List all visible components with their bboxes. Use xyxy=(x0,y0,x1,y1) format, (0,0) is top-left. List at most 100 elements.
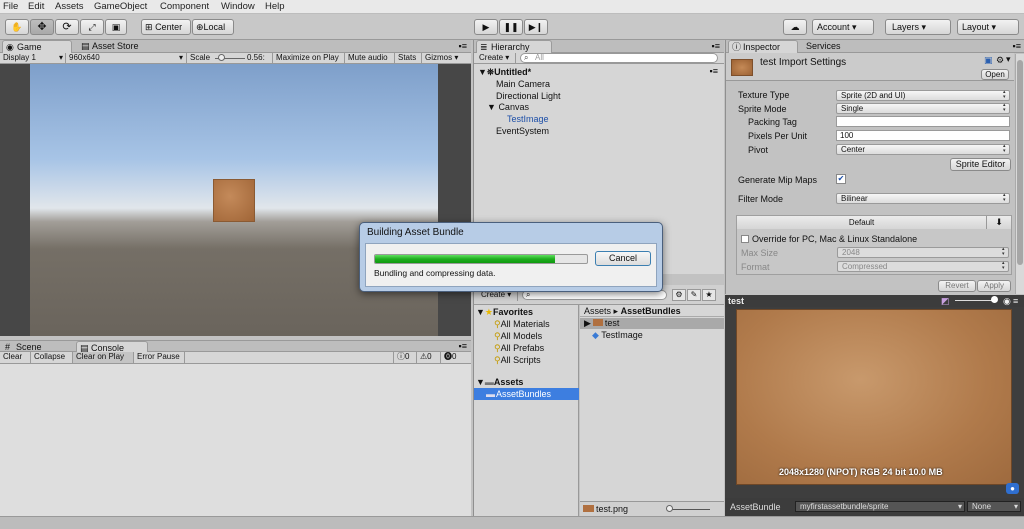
favorite-button[interactable]: ★ xyxy=(702,289,716,301)
tab-hierarchy[interactable]: ≣ Hierarchy xyxy=(476,40,552,53)
context-menu-icon[interactable]: ▾ xyxy=(1006,54,1011,65)
console-log-area[interactable] xyxy=(0,364,471,516)
format-dropdown[interactable]: Compressed xyxy=(837,261,1009,272)
revert-button[interactable]: Revert xyxy=(938,280,976,292)
pivot-center-button[interactable]: ⊞ Center xyxy=(141,19,191,35)
panel-menu-icon[interactable]: ▪≡ xyxy=(459,341,467,351)
assetbundles-folder[interactable]: ▬ AssetBundles xyxy=(474,388,579,400)
layout-dropdown[interactable]: Layout ▾ xyxy=(957,19,1019,35)
platform-tab-default[interactable]: Default xyxy=(737,216,987,229)
file-item-testimage[interactable]: ◆ TestImage xyxy=(592,330,643,341)
rect-tool-button[interactable]: ▣ xyxy=(105,19,127,35)
hierarchy-search-input[interactable]: ⌕ All xyxy=(520,53,718,63)
stats-toggle[interactable]: Stats xyxy=(395,53,422,64)
favorites-item[interactable]: ⚲All Prefabs xyxy=(494,343,544,354)
sprite-editor-button[interactable]: Sprite Editor xyxy=(950,158,1011,171)
platform-tab-standalone[interactable]: ⬇ xyxy=(987,216,1011,229)
apply-button[interactable]: Apply xyxy=(977,280,1011,292)
mip-slider-thumb[interactable] xyxy=(991,296,998,303)
hierarchy-item[interactable]: ▼ Canvas xyxy=(487,102,529,112)
error-count-toggle[interactable]: ⓿0 xyxy=(441,352,471,363)
filter-mode-dropdown[interactable]: Bilinear xyxy=(836,193,1010,204)
open-button[interactable]: Open xyxy=(981,69,1009,80)
hierarchy-item[interactable]: EventSystem xyxy=(496,126,549,136)
max-size-dropdown[interactable]: 2048 xyxy=(837,247,1009,258)
log-count-toggle[interactable]: ⓘ0 xyxy=(393,352,417,363)
clear-on-play-toggle[interactable]: Clear on Play xyxy=(73,352,134,363)
tab-game[interactable]: ◉ Game xyxy=(2,40,72,53)
menu-window[interactable]: Window xyxy=(221,1,255,12)
menu-component[interactable]: Component xyxy=(160,1,209,12)
gizmos-dropdown[interactable]: Gizmos ▾ xyxy=(422,53,471,64)
override-checkbox[interactable] xyxy=(741,235,749,243)
menu-gameobject[interactable]: GameObject xyxy=(94,1,147,12)
display-dropdown[interactable]: Display 1 ▾ xyxy=(0,53,66,64)
pixels-per-unit-input[interactable]: 100 xyxy=(836,130,1010,141)
label-tag-icon[interactable]: ● xyxy=(1006,483,1019,494)
clear-button[interactable]: Clear xyxy=(0,352,31,363)
mip-slider-track[interactable] xyxy=(955,300,995,301)
step-button[interactable]: ▶❙ xyxy=(524,19,548,35)
file-item-test[interactable]: ▶ test xyxy=(580,318,724,329)
favorites-header[interactable]: ▼★Favorites xyxy=(476,307,533,318)
icon-size-slider-thumb[interactable] xyxy=(666,505,673,512)
assetbundle-name-dropdown[interactable]: myfirstassetbundle/sprite ▾ xyxy=(795,501,965,512)
hand-tool-button[interactable]: ✋ xyxy=(5,19,29,35)
filter-label-button[interactable]: ✎ xyxy=(687,289,701,301)
menu-help[interactable]: Help xyxy=(265,1,285,12)
cloud-button[interactable]: ☁ xyxy=(783,19,807,35)
pivot-local-button[interactable]: ⊕Local xyxy=(192,19,234,35)
maximize-on-play-toggle[interactable]: Maximize on Play xyxy=(273,53,345,64)
favorites-item[interactable]: ⚲All Models xyxy=(494,331,542,342)
help-book-icon[interactable]: ▣ xyxy=(984,55,993,66)
color-channel-icon[interactable]: ◩ xyxy=(941,295,950,307)
resolution-dropdown[interactable]: 960x640 ▾ xyxy=(66,53,187,64)
play-button[interactable]: ▶ xyxy=(474,19,498,35)
cancel-button[interactable]: Cancel xyxy=(595,251,651,266)
layers-dropdown[interactable]: Layers ▾ xyxy=(885,19,951,35)
assets-folder[interactable]: ▼▬Assets xyxy=(476,377,523,387)
rotate-tool-button[interactable]: ⟳ xyxy=(55,19,79,35)
preview-area[interactable]: 2048x1280 (NPOT) RGB 24 bit 10.0 MB ● xyxy=(725,307,1024,498)
panel-menu-icon[interactable]: ▪≡ xyxy=(1013,41,1021,51)
pause-button[interactable]: ❚❚ xyxy=(499,19,523,35)
panel-menu-icon[interactable]: ▪≡ xyxy=(459,41,467,51)
tab-inspector[interactable]: ⓘ Inspector xyxy=(728,40,798,53)
warning-count-toggle[interactable]: ⚠0 xyxy=(417,352,441,363)
hierarchy-item[interactable]: TestImage xyxy=(507,114,549,124)
favorites-item[interactable]: ⚲All Scripts xyxy=(494,355,541,366)
hierarchy-item[interactable]: Main Camera xyxy=(496,79,550,89)
move-tool-button[interactable]: ✥ xyxy=(30,19,54,35)
breadcrumb-current[interactable]: AssetBundles xyxy=(621,306,681,316)
scene-menu-icon[interactable]: ▪≡ xyxy=(710,66,718,76)
account-dropdown[interactable]: Account ▾ xyxy=(812,19,874,35)
favorites-item[interactable]: ⚲All Materials xyxy=(494,319,550,330)
packing-tag-input[interactable] xyxy=(836,116,1010,127)
generate-mip-maps-checkbox[interactable]: ✔ xyxy=(836,174,846,184)
mute-audio-toggle[interactable]: Mute audio xyxy=(345,53,395,64)
sprite-mode-dropdown[interactable]: Single xyxy=(836,103,1010,114)
scale-slider-thumb[interactable] xyxy=(218,54,225,61)
tab-services[interactable]: Services xyxy=(798,40,858,53)
inspector-scrollbar-thumb[interactable] xyxy=(1017,60,1023,265)
gear-icon[interactable]: ⚙ xyxy=(996,55,1004,66)
preview-menu-icon[interactable]: ≡ xyxy=(1013,295,1018,307)
collapse-toggle[interactable]: Collapse xyxy=(31,352,73,363)
icon-size-slider-track[interactable] xyxy=(670,509,710,510)
menu-assets[interactable]: Assets xyxy=(55,1,84,12)
assetbundle-variant-dropdown[interactable]: None ▾ xyxy=(967,501,1021,512)
error-pause-toggle[interactable]: Error Pause xyxy=(134,352,185,363)
scene-root[interactable]: ▼⛯Untitled* xyxy=(478,67,531,78)
scale-tool-button[interactable]: ⤢ xyxy=(80,19,104,35)
panel-menu-icon[interactable]: ▪≡ xyxy=(712,41,720,51)
menu-file[interactable]: File xyxy=(3,1,18,12)
hierarchy-item[interactable]: Directional Light xyxy=(496,91,561,101)
filter-type-button[interactable]: ⚙ xyxy=(672,289,686,301)
pivot-dropdown[interactable]: Center xyxy=(836,144,1010,155)
game-view[interactable] xyxy=(0,64,471,336)
inspector-scrollbar[interactable] xyxy=(1015,54,1024,294)
breadcrumb-root[interactable]: Assets xyxy=(584,306,611,316)
tab-asset-store[interactable]: ▤ Asset Store xyxy=(78,40,158,53)
hierarchy-create-dropdown[interactable]: Create ▾ xyxy=(476,53,516,64)
texture-type-dropdown[interactable]: Sprite (2D and UI) xyxy=(836,90,1010,101)
